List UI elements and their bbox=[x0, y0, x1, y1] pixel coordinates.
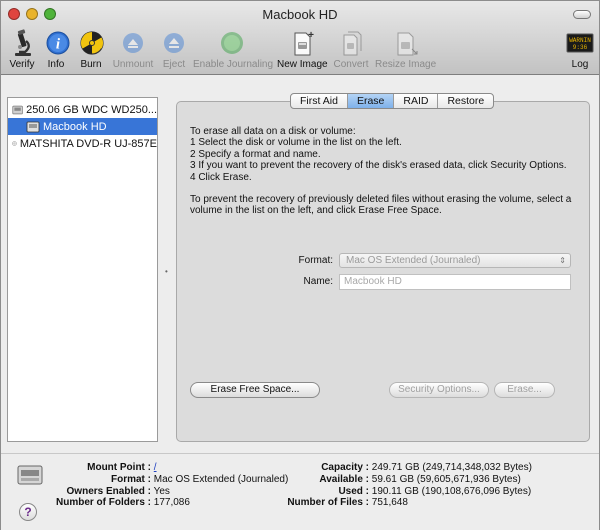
instruction-line: 4 Click Erase. bbox=[190, 171, 252, 183]
unmount-icon bbox=[123, 33, 143, 53]
name-label: Name: bbox=[303, 276, 333, 287]
erase-free-space-button[interactable]: Erase Free Space... bbox=[190, 382, 320, 398]
svg-text:+: + bbox=[308, 30, 314, 41]
mount-point-link[interactable]: / bbox=[154, 462, 157, 473]
info-icon: i bbox=[46, 31, 70, 55]
help-button[interactable]: ? bbox=[19, 503, 37, 521]
volume-large-icon bbox=[17, 465, 43, 485]
log-button[interactable]: WARNIN 9:36 Log bbox=[565, 29, 595, 70]
footer-capacity: Capacity : 249.71 GB (249,714,348,032 By… bbox=[321, 462, 532, 473]
instruction-line: To erase all data on a disk or volume: bbox=[190, 126, 356, 137]
security-options-button[interactable]: Security Options... bbox=[389, 382, 489, 398]
erase-instructions: To erase all data on a disk or volume: 1… bbox=[190, 126, 580, 217]
tab-first-aid[interactable]: First Aid bbox=[291, 94, 348, 108]
instruction-line: 2 Specify a format and name. bbox=[190, 148, 321, 160]
info-button[interactable]: i Info bbox=[43, 29, 70, 70]
eject-icon bbox=[164, 33, 184, 53]
journaling-icon bbox=[221, 32, 243, 54]
new-image-icon: + bbox=[294, 30, 314, 56]
sidebar-item-dvd[interactable]: MATSHITA DVD-R UJ-857E bbox=[8, 135, 157, 152]
verify-button[interactable]: Verify bbox=[5, 29, 39, 70]
convert-icon bbox=[343, 31, 362, 56]
footer-available: Available : 59.61 GB (59,605,671,936 Byt… bbox=[319, 474, 521, 485]
select-arrows-icon: ⇕ bbox=[559, 256, 566, 265]
resize-image-button[interactable]: Resize Image bbox=[375, 29, 436, 70]
enable-journaling-button[interactable]: Enable Journaling bbox=[193, 29, 273, 70]
footer-mount-point: Mount Point : / bbox=[87, 462, 157, 473]
burn-button[interactable]: Burn bbox=[77, 29, 105, 70]
footer-files: Number of Files : 751,648 bbox=[287, 497, 408, 508]
footer-used: Used : 190.11 GB (190,108,676,096 Bytes) bbox=[338, 486, 532, 497]
instruction-line: 1 Select the disk or volume in the list … bbox=[190, 137, 402, 149]
svg-text:WARNIN: WARNIN bbox=[569, 37, 591, 44]
toolbar: Macbook HD Verify i Info Burn Unmount Ej… bbox=[1, 1, 599, 75]
new-image-button[interactable]: + New Image bbox=[277, 29, 328, 70]
log-icon: WARNIN 9:36 bbox=[566, 33, 594, 53]
microscope-icon bbox=[15, 29, 31, 56]
free-space-note: To prevent the recovery of previously de… bbox=[190, 194, 572, 217]
window-title: Macbook HD bbox=[262, 7, 338, 22]
sidebar-item-disk[interactable]: 250.06 GB WDC WD250... bbox=[8, 101, 157, 118]
unmount-button[interactable]: Unmount bbox=[111, 29, 155, 70]
tab-erase[interactable]: Erase bbox=[347, 94, 395, 108]
disk-list[interactable]: 250.06 GB WDC WD250... Macbook HD MATSHI… bbox=[7, 97, 158, 442]
footer-owners: Owners Enabled : Yes bbox=[66, 486, 170, 497]
tab-restore[interactable]: Restore bbox=[438, 94, 493, 108]
toolbar-toggle-button[interactable] bbox=[573, 10, 591, 19]
tab-raid[interactable]: RAID bbox=[394, 94, 439, 108]
disk-utility-window: Macbook HD Verify i Info Burn Unmount Ej… bbox=[0, 0, 600, 530]
eject-button[interactable]: Eject bbox=[159, 29, 189, 70]
sidebar-item-macbook-hd[interactable]: Macbook HD bbox=[8, 118, 157, 135]
format-label: Format: bbox=[298, 255, 333, 266]
optical-drive-icon bbox=[12, 141, 17, 146]
burn-icon bbox=[80, 31, 104, 55]
split-view-handle[interactable]: • bbox=[165, 267, 168, 276]
volume-icon bbox=[26, 121, 40, 132]
convert-button[interactable]: Convert bbox=[333, 29, 369, 70]
resize-image-icon bbox=[397, 32, 418, 56]
footer-folders: Number of Folders : 177,086 bbox=[55, 497, 190, 508]
format-select[interactable]: Mac OS Extended (Journaled) ⇕ bbox=[339, 253, 571, 268]
hard-disk-icon bbox=[12, 105, 23, 114]
erase-button[interactable]: Erase... bbox=[494, 382, 555, 398]
footer-format: Format : Mac OS Extended (Journaled) bbox=[111, 474, 289, 485]
svg-text:9:36: 9:36 bbox=[573, 44, 588, 51]
tab-bar: First Aid Erase RAID Restore bbox=[290, 93, 495, 109]
name-field[interactable]: Macbook HD bbox=[339, 274, 571, 290]
instruction-line: 3 If you want to prevent the recovery of… bbox=[190, 160, 567, 172]
